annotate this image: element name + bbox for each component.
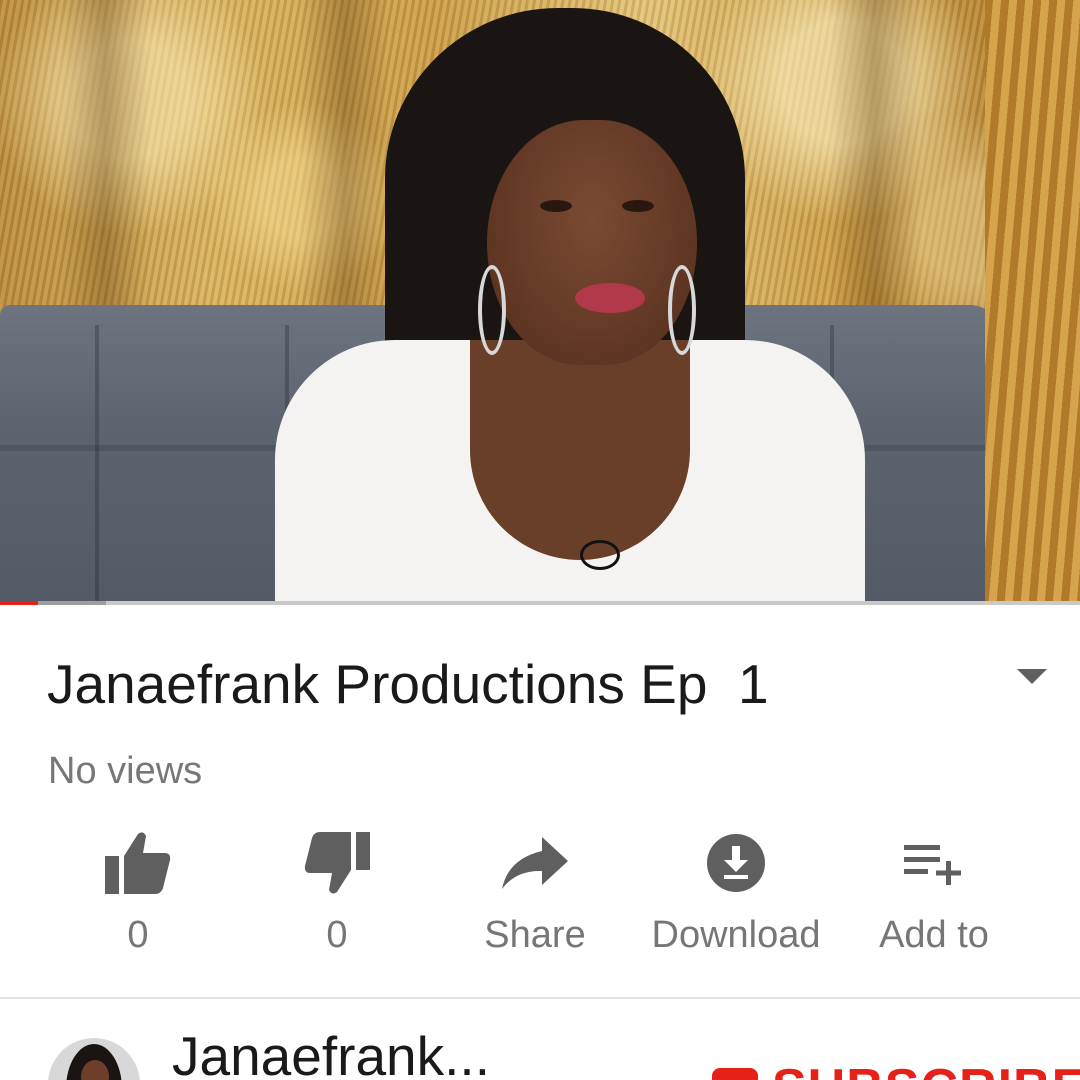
playlist-add-icon <box>899 828 969 898</box>
action-bar: 0 0 Share Download Add to <box>0 828 1080 968</box>
couch-seam <box>95 325 99 605</box>
download-label: Download <box>651 914 821 956</box>
share-icon <box>500 828 570 898</box>
person-lips <box>575 283 645 313</box>
like-count: 0 <box>127 914 149 956</box>
youtube-play-icon <box>712 1068 758 1080</box>
subscribe-label: SUBSCRIBE <box>772 1058 1080 1080</box>
view-count: No views <box>48 750 203 792</box>
person-neckline <box>470 340 690 560</box>
divider <box>0 997 1080 999</box>
download-icon <box>701 828 771 898</box>
expand-description-button[interactable] <box>1012 662 1052 692</box>
earring <box>668 265 696 355</box>
channel-name[interactable]: Janaefrank... <box>172 1020 490 1080</box>
video-progress-bar[interactable] <box>0 601 1080 605</box>
subscribe-button[interactable]: SUBSCRIBE <box>712 1058 1080 1080</box>
video-title[interactable]: Janaefrank Productions Ep 1 <box>47 648 987 720</box>
person-eye <box>622 200 654 212</box>
video-watch-page: Janaefrank Productions Ep 1 No views 0 0… <box>0 0 1080 1080</box>
chevron-down-icon <box>1017 669 1047 684</box>
progress-played <box>0 601 38 605</box>
share-button[interactable]: Share <box>435 828 635 968</box>
add-to-label: Add to <box>879 914 989 956</box>
video-player[interactable] <box>0 0 1080 605</box>
lapel-mic <box>580 540 620 570</box>
share-label: Share <box>484 914 586 956</box>
download-button[interactable]: Download <box>636 828 836 968</box>
thumbs-down-icon <box>302 828 372 898</box>
dislike-count: 0 <box>326 914 348 956</box>
thumbs-up-icon <box>103 828 173 898</box>
person-face <box>487 120 697 365</box>
earring <box>478 265 506 355</box>
like-button[interactable]: 0 <box>38 828 238 968</box>
dislike-button[interactable]: 0 <box>237 828 437 968</box>
curtain-right <box>985 0 1080 605</box>
channel-avatar[interactable] <box>48 1038 140 1080</box>
add-to-playlist-button[interactable]: Add to <box>834 828 1034 968</box>
person-eye <box>540 200 572 212</box>
